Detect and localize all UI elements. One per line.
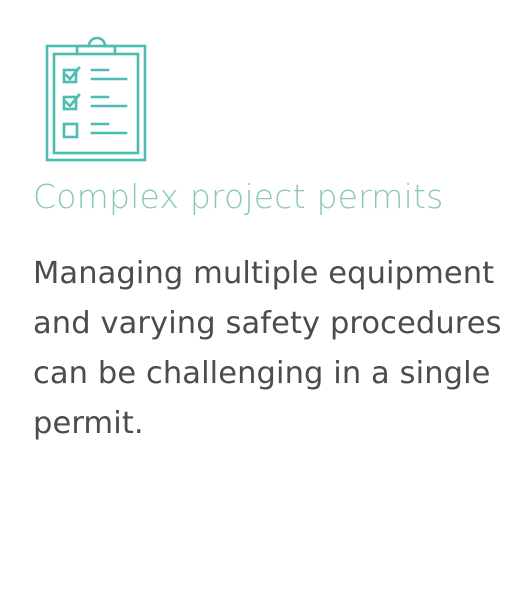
feature-card: Complex project permits Managing multipl… xyxy=(0,0,524,610)
card-title: Complex project permits xyxy=(33,177,444,216)
checkbox-3 xyxy=(62,122,79,139)
clipboard-checklist-icon xyxy=(44,34,148,164)
card-description: Managing multiple equipment and varying … xyxy=(33,256,502,441)
